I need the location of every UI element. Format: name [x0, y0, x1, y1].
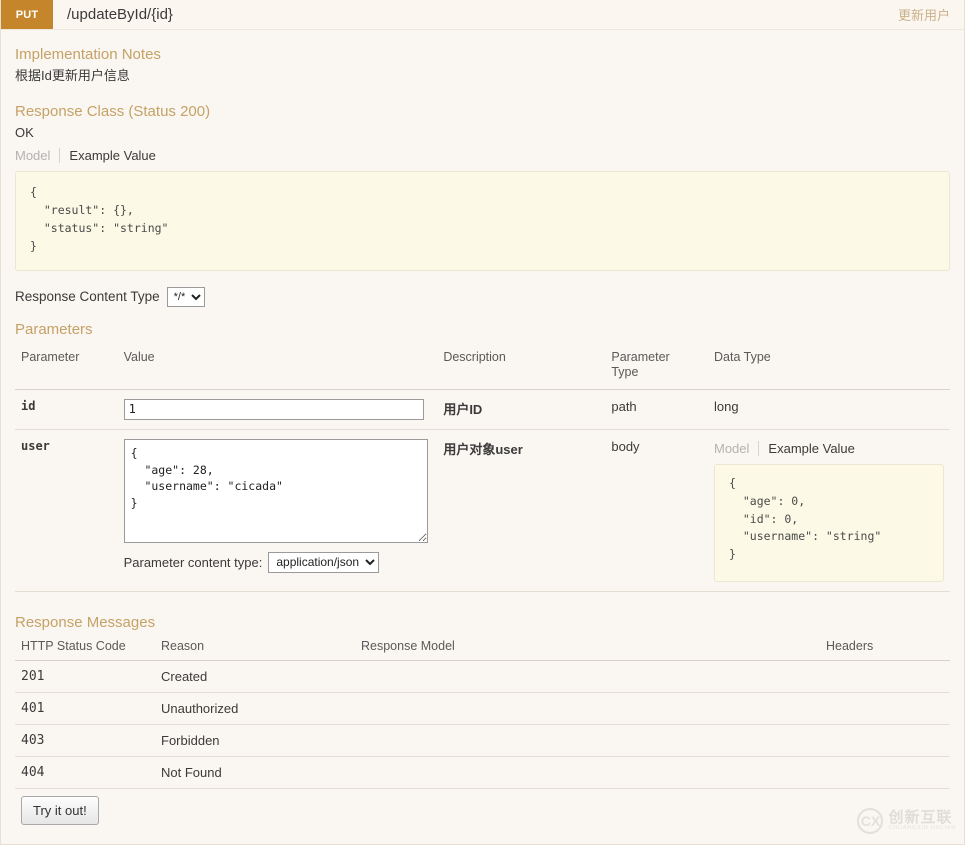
table-row: id 用户ID path long [15, 389, 950, 430]
parameters-table-body: id 用户ID path long user { "age": 28, "use… [15, 389, 950, 592]
response-content-type-label: Response Content Type [15, 289, 160, 305]
parameter-type-user: body [605, 429, 708, 592]
parameter-description-user: 用户对象user [437, 429, 606, 592]
user-body-textarea[interactable]: { "age": 28, "username": "cicada" } [123, 438, 428, 543]
response-messages-table-body: 201 Created 401 Unauthorized 403 Forbidd… [15, 660, 950, 789]
parameter-content-type-row: Parameter content type: application/json [123, 551, 432, 573]
headers-403 [820, 724, 950, 757]
response-content-type-select[interactable]: */* [166, 286, 205, 307]
operation-content: Implementation Notes 根据Id更新用户信息 Response… [1, 30, 964, 825]
parameter-name-id: id [15, 389, 118, 430]
status-code-201: 201 [15, 660, 155, 693]
watermark-en-text: CHUANGXIN HULIAN [888, 824, 956, 831]
parameters-table-head: Parameter Value Description Parameter Ty… [15, 345, 950, 390]
body-tab-example-value[interactable]: Example Value [758, 440, 863, 456]
response-messages-section: Response Messages HTTP Status Code Reaso… [15, 614, 950, 825]
response-example-value: { "result": {}, "status": "string" } [15, 171, 950, 271]
headers-201 [820, 660, 950, 693]
parameter-value-cell-id [117, 389, 438, 430]
table-row: 403 Forbidden [15, 724, 950, 757]
model-404 [355, 756, 820, 789]
reason-401: Unauthorized [155, 692, 355, 725]
column-response-model: Response Model [355, 636, 820, 661]
column-parameter-type: Parameter Type [605, 345, 708, 390]
status-code-401: 401 [15, 692, 155, 725]
status-code-404: 404 [15, 756, 155, 789]
model-401 [355, 692, 820, 725]
response-messages-table-head: HTTP Status Code Reason Response Model H… [15, 636, 950, 661]
api-operation-panel: PUT /updateById/{id} 更新用户 Implementation… [0, 0, 965, 845]
body-model-pane: Model Example Value { "age": 0, "id": 0,… [714, 439, 944, 582]
parameter-content-type-select[interactable]: application/json [268, 551, 380, 573]
status-code-403: 403 [15, 724, 155, 757]
implementation-notes-text: 根据Id更新用户信息 [15, 68, 130, 83]
model-403 [355, 724, 820, 757]
http-method-badge: PUT [1, 0, 53, 29]
parameter-name-user: user [15, 429, 118, 592]
table-row: 404 Not Found [15, 756, 950, 789]
parameter-description-id: 用户ID [437, 389, 606, 430]
response-class-status-text: OK [15, 125, 34, 141]
response-class-heading: Response Class (Status 200) [15, 103, 211, 121]
response-messages-header-row: HTTP Status Code Reason Response Model H… [15, 636, 950, 661]
submit-area: Try it out! [21, 795, 950, 825]
column-data-type: Data Type [708, 345, 950, 390]
tab-model[interactable]: Model [15, 148, 59, 163]
headers-401 [820, 692, 950, 725]
model-201 [355, 660, 820, 693]
try-it-out-button[interactable]: Try it out! [21, 795, 99, 825]
response-messages-heading: Response Messages [15, 613, 156, 631]
reason-404: Not Found [155, 756, 355, 789]
table-row: 201 Created [15, 660, 950, 693]
tab-example-value[interactable]: Example Value [59, 148, 164, 164]
response-content-type-row: Response Content Type */* [15, 286, 950, 307]
parameters-heading: Parameters [15, 320, 93, 338]
parameter-value-cell-user: { "age": 28, "username": "cicada" } Para… [117, 429, 438, 592]
id-input[interactable] [123, 398, 424, 420]
column-headers: Headers [820, 636, 950, 661]
data-type-user: Model Example Value { "age": 0, "id": 0,… [708, 429, 950, 592]
column-value: Value [117, 345, 438, 390]
body-model-tabs: Model Example Value [714, 440, 944, 456]
body-tab-model[interactable]: Model [714, 441, 758, 456]
table-row: 401 Unauthorized [15, 692, 950, 725]
data-type-id: long [708, 389, 950, 430]
column-parameter-type-line1: Parameter [611, 349, 670, 364]
column-http-status-code: HTTP Status Code [15, 636, 155, 661]
operation-path[interactable]: /updateById/{id} [53, 0, 898, 29]
implementation-notes-heading: Implementation Notes [15, 46, 161, 63]
column-parameter: Parameter [15, 345, 118, 390]
reason-201: Created [155, 660, 355, 693]
table-row: user { "age": 28, "username": "cicada" }… [15, 429, 950, 592]
parameter-type-id: path [605, 389, 708, 430]
operation-summary: 更新用户 [897, 8, 950, 23]
response-class-tabs: Model Example Value [15, 148, 950, 164]
headers-404 [820, 756, 950, 789]
parameters-table: Parameter Value Description Parameter Ty… [15, 345, 950, 592]
response-messages-table: HTTP Status Code Reason Response Model H… [15, 636, 950, 789]
parameter-content-type-label: Parameter content type: [123, 554, 263, 570]
operation-heading[interactable]: PUT /updateById/{id} 更新用户 [1, 0, 964, 30]
body-example-value: { "age": 0, "id": 0, "username": "string… [714, 463, 944, 582]
parameters-header-row: Parameter Value Description Parameter Ty… [15, 345, 950, 390]
column-reason: Reason [155, 636, 355, 661]
reason-403: Forbidden [155, 724, 355, 757]
column-parameter-type-line2: Type [611, 365, 639, 380]
column-description: Description [437, 345, 606, 390]
